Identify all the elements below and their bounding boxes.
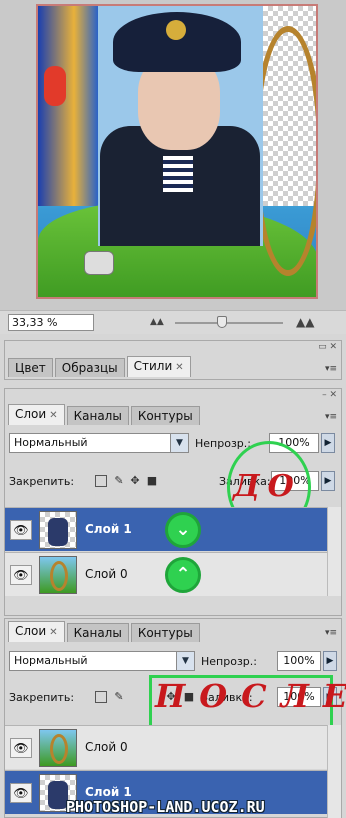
close-icon[interactable]: ✕	[49, 410, 57, 421]
tab-paths[interactable]: Контуры	[130, 623, 200, 642]
panel-collapse-icon[interactable]: – ✕	[322, 390, 337, 400]
layers-panel-after: Слои ✕ Каналы Контуры ▾≡ Нормальный ▼ Неп…	[4, 618, 346, 818]
arrow-up-icon: ⌃	[165, 557, 201, 593]
layer-name[interactable]: Слой 1	[85, 785, 132, 799]
tab-label: Слои	[15, 624, 47, 638]
tab-swatches[interactable]: Образцы	[54, 358, 125, 377]
tab-channels[interactable]: Каналы	[66, 623, 129, 642]
blend-mode-value: Нормальный	[14, 654, 88, 667]
tab-layers[interactable]: Слои ✕	[8, 621, 65, 642]
blend-mode-select[interactable]: Нормальный ▼	[9, 433, 189, 453]
lock-label: Закрепить:	[9, 475, 75, 488]
tab-styles[interactable]: Стили ✕	[126, 356, 191, 377]
styles-panel: ▭ ✕ Цвет Образцы Стили ✕ ▾≡	[4, 340, 342, 380]
lock-all-icon[interactable]: ■	[146, 475, 158, 487]
panel-menu-icon[interactable]: ▾≡	[324, 627, 338, 639]
fill-arrow-icon[interactable]: ▶	[321, 471, 335, 491]
tab-channels[interactable]: Каналы	[66, 406, 129, 425]
layer-name[interactable]: Слой 1	[85, 522, 132, 536]
panel-menu-icon[interactable]: ▾≡	[324, 411, 338, 423]
zoom-bar: 33,33 % ▲▲ ▲▲	[0, 310, 346, 334]
tab-label: Слои	[15, 407, 47, 421]
lock-transparent-icon[interactable]	[95, 475, 107, 487]
tab-label: Каналы	[73, 626, 122, 640]
zoom-large-icon[interactable]: ▲▲	[296, 315, 314, 329]
tab-label: Контуры	[137, 409, 193, 423]
zoom-slider-track[interactable]	[175, 322, 283, 324]
panel-menu-icon[interactable]: ▾≡	[324, 363, 338, 375]
document-canvas[interactable]	[0, 0, 346, 310]
layer-thumbnail	[39, 556, 77, 594]
layer-thumbnail	[39, 511, 77, 549]
close-icon[interactable]: ✕	[175, 362, 183, 373]
layer-name[interactable]: Слой 0	[85, 740, 128, 754]
tab-color[interactable]: Цвет	[8, 358, 53, 377]
layer-row[interactable]: 👁 Слой 0 ⌃	[5, 552, 327, 596]
annotation-before: ДО	[233, 469, 302, 504]
layer-name[interactable]: Слой 0	[85, 567, 128, 581]
blend-mode-select[interactable]: Нормальный ▼	[9, 651, 195, 671]
lock-brush-icon[interactable]: ✎	[113, 475, 125, 487]
opacity-input[interactable]: 100%	[277, 651, 321, 671]
blend-mode-value: Нормальный	[14, 436, 88, 449]
close-icon[interactable]: ✕	[49, 627, 57, 638]
eye-icon[interactable]: 👁	[10, 565, 32, 585]
tab-paths[interactable]: Контуры	[130, 406, 200, 425]
watermark: PHOTOSHOP-LAND.UCOZ.RU	[66, 798, 265, 816]
annotation-after: ПОСЛЕ	[155, 677, 346, 715]
collage-image	[36, 4, 318, 299]
tab-label: Цвет	[15, 361, 46, 375]
layers-panel-before: – ✕ Слои ✕ Каналы Контуры ▾≡ Нормальный ▼…	[4, 388, 342, 616]
eye-icon[interactable]: 👁	[10, 783, 32, 803]
layer-row[interactable]: 👁 Слой 0	[5, 725, 327, 769]
tab-label: Каналы	[73, 409, 122, 423]
lock-label: Закрепить:	[9, 691, 75, 704]
layer-thumbnail	[39, 729, 77, 767]
eye-icon[interactable]: 👁	[10, 738, 32, 758]
lock-transparent-icon[interactable]	[95, 691, 107, 703]
zoom-slider-thumb[interactable]	[217, 316, 227, 328]
tab-label: Образцы	[61, 361, 118, 375]
layers-scrollbar[interactable]	[327, 507, 341, 596]
tab-label: Стили	[133, 359, 173, 373]
lock-brush-icon[interactable]: ✎	[113, 691, 125, 703]
tab-label: Контуры	[137, 626, 193, 640]
arrow-down-icon: ⌄	[165, 512, 201, 548]
opacity-arrow-icon[interactable]: ▶	[321, 433, 335, 453]
eye-icon[interactable]: 👁	[10, 520, 32, 540]
chevron-down-icon: ▼	[170, 434, 188, 452]
zoom-input[interactable]: 33,33 %	[8, 314, 94, 331]
zoom-small-icon[interactable]: ▲▲	[150, 317, 164, 327]
lock-move-icon[interactable]: ✥	[129, 475, 141, 487]
opacity-label: Непрозр.:	[195, 437, 251, 450]
opacity-arrow-icon[interactable]: ▶	[323, 651, 337, 671]
opacity-label: Непрозр.:	[201, 655, 257, 668]
tab-layers[interactable]: Слои ✕	[8, 404, 65, 425]
layers-scrollbar[interactable]	[327, 725, 341, 818]
layer-row[interactable]: 👁 Слой 1 ⌄	[5, 507, 327, 551]
panel-collapse-icon[interactable]: ▭ ✕	[318, 342, 337, 352]
chevron-down-icon: ▼	[176, 652, 194, 670]
